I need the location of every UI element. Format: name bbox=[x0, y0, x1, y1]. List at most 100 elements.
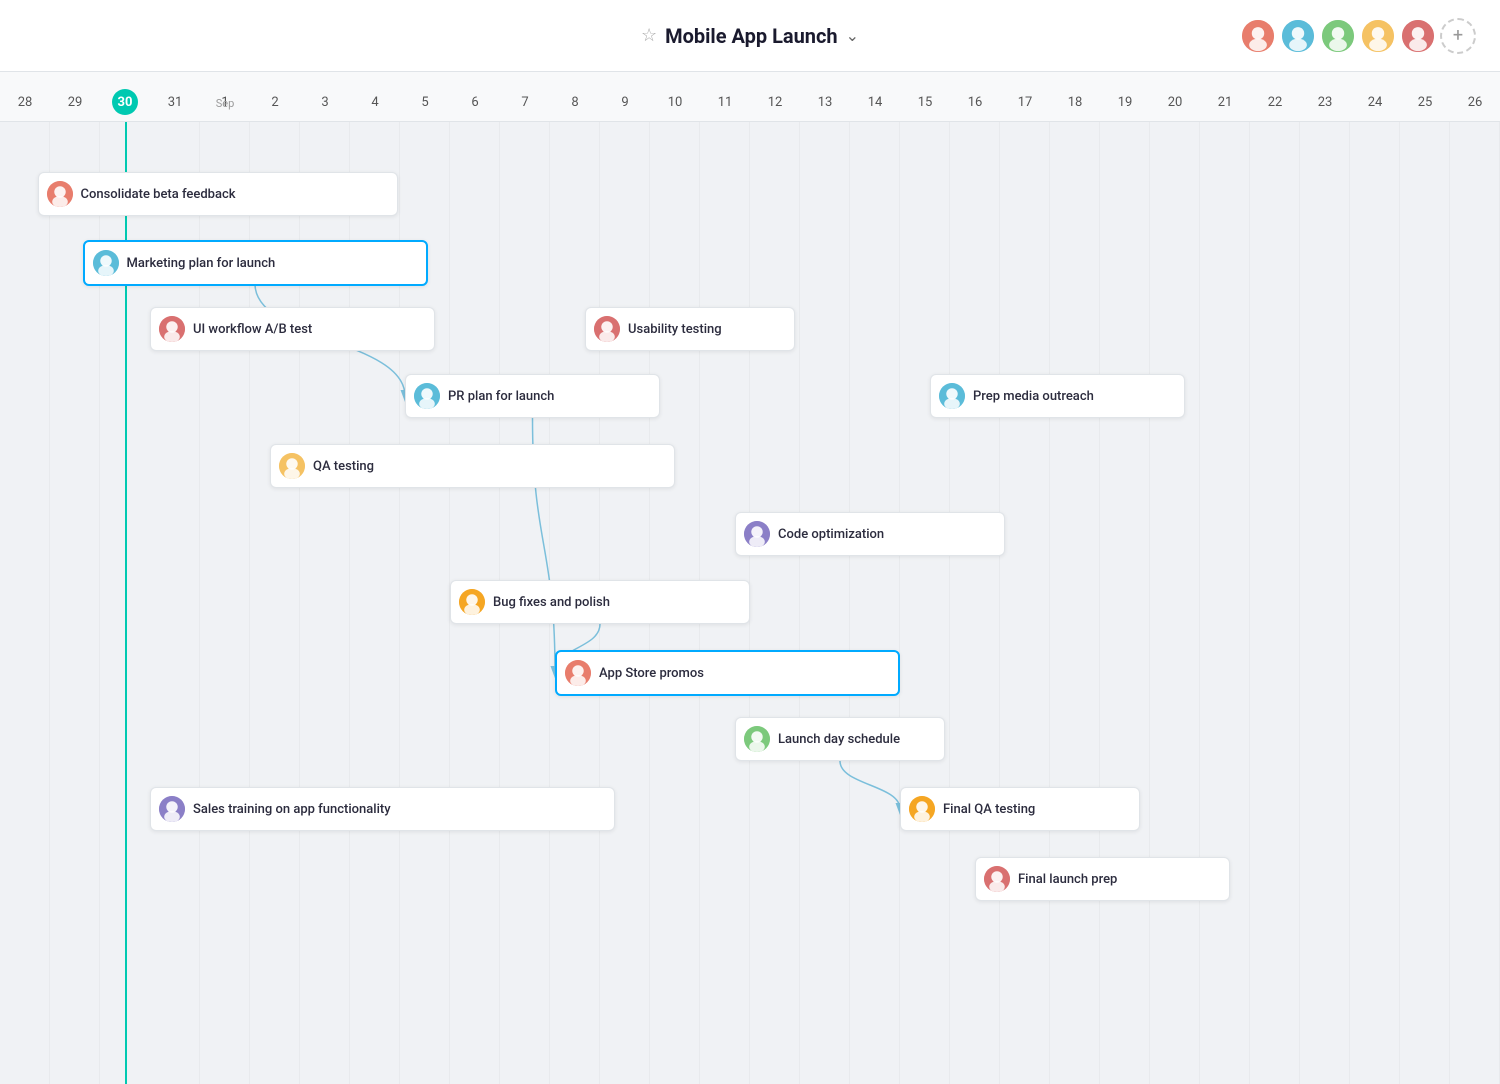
avatar bbox=[939, 383, 965, 409]
task-card[interactable]: QA testing bbox=[270, 444, 675, 488]
task-label: PR plan for launch bbox=[448, 389, 554, 404]
avatar bbox=[1280, 18, 1316, 54]
day-header: 20 bbox=[1150, 89, 1200, 121]
day-header: 19 bbox=[1100, 89, 1150, 121]
day-num: 24 bbox=[1362, 89, 1388, 115]
avatar bbox=[984, 866, 1010, 892]
month-label: Sep bbox=[216, 97, 235, 110]
task-card[interactable]: PR plan for launch bbox=[405, 374, 660, 418]
task-card[interactable]: Marketing plan for launch bbox=[83, 240, 428, 286]
task-card[interactable]: Sales training on app functionality bbox=[150, 787, 615, 831]
day-header: 7 bbox=[500, 89, 550, 121]
day-num: 7 bbox=[512, 89, 538, 115]
task-label: Final QA testing bbox=[943, 802, 1035, 817]
day-header: Sep1 bbox=[200, 89, 250, 121]
avatars-area: + bbox=[1240, 18, 1476, 54]
day-header: 11 bbox=[700, 89, 750, 121]
task-label: Marketing plan for launch bbox=[127, 256, 276, 271]
task-label: Final launch prep bbox=[1018, 872, 1117, 887]
avatar bbox=[1320, 18, 1356, 54]
day-header: 23 bbox=[1300, 89, 1350, 121]
task-card[interactable]: Usability testing bbox=[585, 307, 795, 351]
task-card[interactable]: Launch day schedule bbox=[735, 717, 945, 761]
page-title: Mobile App Launch bbox=[665, 24, 838, 48]
timeline-header: 28293031Sep12345678910111213141516171819… bbox=[0, 72, 1500, 122]
task-label: UI workflow A/B test bbox=[193, 322, 312, 337]
star-icon[interactable]: ☆ bbox=[641, 25, 657, 46]
task-card[interactable]: Consolidate beta feedback bbox=[38, 172, 398, 216]
day-num: 25 bbox=[1412, 89, 1438, 115]
chevron-down-icon[interactable]: ⌄ bbox=[846, 26, 859, 45]
day-header: 25 bbox=[1400, 89, 1450, 121]
task-card[interactable]: Final QA testing bbox=[900, 787, 1140, 831]
day-header: 12 bbox=[750, 89, 800, 121]
day-header: 2 bbox=[250, 89, 300, 121]
task-label: App Store promos bbox=[599, 666, 704, 681]
avatar bbox=[744, 726, 770, 752]
day-header: 31 bbox=[150, 89, 200, 121]
day-num: 15 bbox=[912, 89, 938, 115]
day-num: 17 bbox=[1012, 89, 1038, 115]
avatar bbox=[1240, 18, 1276, 54]
day-header: 18 bbox=[1050, 89, 1100, 121]
avatar bbox=[1360, 18, 1396, 54]
task-label: Launch day schedule bbox=[778, 732, 900, 747]
day-num: 26 bbox=[1462, 89, 1488, 115]
day-num: 29 bbox=[62, 89, 88, 115]
day-header: 13 bbox=[800, 89, 850, 121]
gantt-container: 28293031Sep12345678910111213141516171819… bbox=[0, 72, 1500, 1084]
today-num: 30 bbox=[112, 89, 138, 115]
day-header: 8 bbox=[550, 89, 600, 121]
avatar bbox=[1400, 18, 1436, 54]
day-num: 5 bbox=[412, 89, 438, 115]
day-header: 28 bbox=[0, 89, 50, 121]
day-header: 30 bbox=[100, 89, 150, 121]
day-num: 28 bbox=[12, 89, 38, 115]
task-label: Consolidate beta feedback bbox=[81, 187, 236, 202]
day-header: 5 bbox=[400, 89, 450, 121]
day-num: 31 bbox=[162, 89, 188, 115]
add-member-button[interactable]: + bbox=[1440, 18, 1476, 54]
day-header: 4 bbox=[350, 89, 400, 121]
day-num: 18 bbox=[1062, 89, 1088, 115]
day-num: 12 bbox=[762, 89, 788, 115]
avatar bbox=[594, 316, 620, 342]
task-label: Usability testing bbox=[628, 322, 722, 337]
task-card[interactable]: Bug fixes and polish bbox=[450, 580, 750, 624]
day-num: 14 bbox=[862, 89, 888, 115]
task-card[interactable]: Final launch prep bbox=[975, 857, 1230, 901]
day-header: 6 bbox=[450, 89, 500, 121]
day-header: 3 bbox=[300, 89, 350, 121]
day-header: 17 bbox=[1000, 89, 1050, 121]
day-num: 20 bbox=[1162, 89, 1188, 115]
day-num: 23 bbox=[1312, 89, 1338, 115]
day-num: 19 bbox=[1112, 89, 1138, 115]
day-num: 6 bbox=[462, 89, 488, 115]
gantt-body: Consolidate beta feedback Marketing plan… bbox=[0, 122, 1500, 1084]
day-num: 21 bbox=[1212, 89, 1238, 115]
day-header: 29 bbox=[50, 89, 100, 121]
day-header: 26 bbox=[1450, 89, 1500, 121]
day-header: 10 bbox=[650, 89, 700, 121]
day-header: 14 bbox=[850, 89, 900, 121]
task-card[interactable]: App Store promos bbox=[555, 650, 900, 696]
day-num: 11 bbox=[712, 89, 738, 115]
task-label: Code optimization bbox=[778, 527, 884, 542]
day-header: 9 bbox=[600, 89, 650, 121]
day-header: 15 bbox=[900, 89, 950, 121]
task-card[interactable]: Code optimization bbox=[735, 512, 1005, 556]
day-num: 9 bbox=[612, 89, 638, 115]
day-header: 16 bbox=[950, 89, 1000, 121]
task-card[interactable]: UI workflow A/B test bbox=[150, 307, 435, 351]
header-title-area: ☆ Mobile App Launch ⌄ bbox=[641, 24, 859, 48]
day-num: 10 bbox=[662, 89, 688, 115]
day-num: 13 bbox=[812, 89, 838, 115]
app-header: ☆ Mobile App Launch ⌄ + bbox=[0, 0, 1500, 72]
avatar bbox=[279, 453, 305, 479]
task-label: QA testing bbox=[313, 459, 374, 474]
day-num: 2 bbox=[262, 89, 288, 115]
avatar bbox=[744, 521, 770, 547]
day-num: 22 bbox=[1262, 89, 1288, 115]
task-card[interactable]: Prep media outreach bbox=[930, 374, 1185, 418]
avatar bbox=[159, 796, 185, 822]
